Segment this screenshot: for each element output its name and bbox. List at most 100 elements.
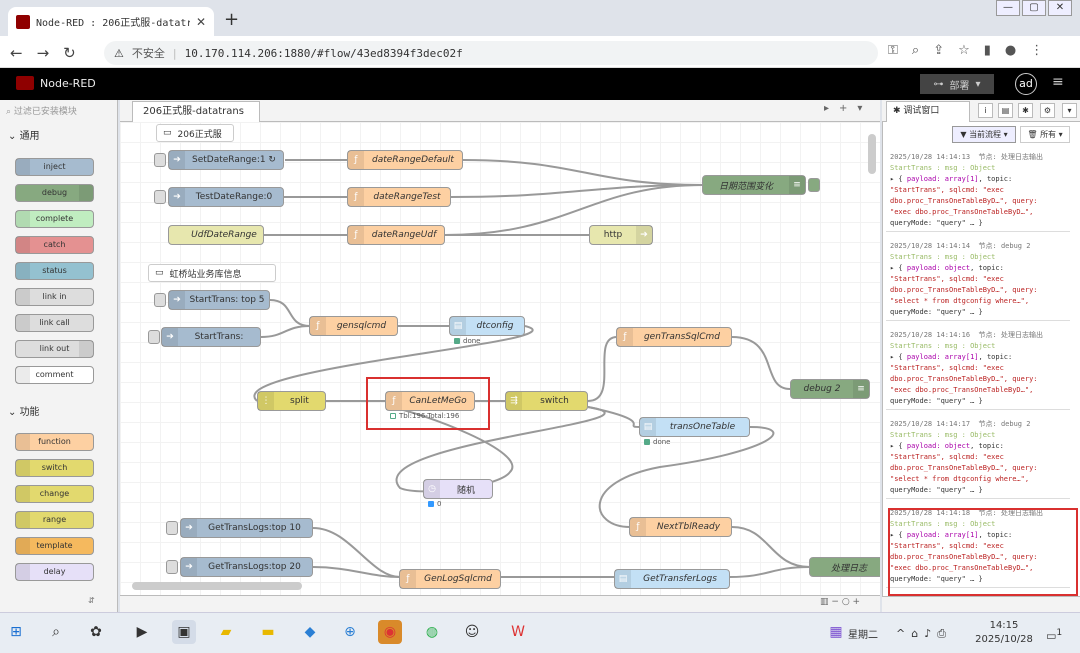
inject-trigger-button[interactable] <box>154 153 166 167</box>
palette-search[interactable]: ⌕ 过滤已安装模块 <box>6 104 77 117</box>
db-node-transonetable[interactable]: ▤ transOneTable <box>639 417 750 437</box>
palette-node-comment[interactable]: comment <box>15 366 94 384</box>
bookmark-star-icon[interactable]: ☆ <box>958 43 970 58</box>
key-icon[interactable]: ⚿ <box>888 43 898 58</box>
palette-node-debug[interactable]: debug <box>15 184 94 202</box>
debug-message[interactable]: 2025/10/28 14:14:17 节点: debug 2 StartTra… <box>886 417 1070 499</box>
chevron-down-icon[interactable]: ▾ <box>975 79 980 90</box>
palette-node-inject[interactable]: inject <box>15 158 94 176</box>
flow-canvas[interactable]: ▭ 206正式服 ➔ SetDateRange:1 ↻ ƒ dateRangeDefa… <box>120 122 880 595</box>
comment-node[interactable]: ▭ 虹桥站业务库信息 <box>148 264 276 282</box>
palette-node-link-in[interactable]: link in <box>15 288 94 306</box>
function-node-gentranssqlcmd[interactable]: ƒ genTransSqlCmd <box>616 327 732 347</box>
flow-list-icon[interactable]: ▾ <box>857 103 862 114</box>
flow-tab[interactable]: 206正式服-datatrans <box>132 101 260 123</box>
split-node[interactable]: ⋮ split <box>257 391 326 411</box>
book-icon[interactable]: ▤ <box>998 103 1013 118</box>
forward-icon[interactable]: → <box>37 44 50 62</box>
debug-node-processlog[interactable]: 处理日志 <box>809 557 880 577</box>
wps-icon[interactable]: W <box>506 620 530 644</box>
media-player-icon[interactable]: ▶ <box>130 620 154 644</box>
random-node[interactable]: ◷ 随机 <box>423 479 493 499</box>
inject-trigger-button[interactable] <box>154 293 166 307</box>
function-node-daterangeudf[interactable]: ƒ dateRangeUdf <box>347 225 445 245</box>
map-icon[interactable]: ▥ <box>820 597 829 607</box>
minimize-button[interactable]: — <box>996 0 1020 16</box>
calendar-icon[interactable]: ▦ <box>824 620 848 644</box>
inject-node-gettranslogs20[interactable]: ➔ GetTransLogs:top 20 <box>180 557 313 577</box>
function-node-nexttblready[interactable]: ƒ NextTblReady <box>629 517 732 537</box>
zoom-out-icon[interactable]: − <box>831 597 839 607</box>
warning-icon[interactable]: ⚠ <box>114 47 124 60</box>
function-node-daterangedefault[interactable]: ƒ dateRangeDefault <box>347 150 463 170</box>
zoom-controls[interactable]: ▥ − ○ + <box>820 597 860 607</box>
maximize-button[interactable]: ▢ <box>1022 0 1046 16</box>
fan-app-icon[interactable]: ✿ <box>84 620 108 644</box>
chrome-icon[interactable]: ◉ <box>378 620 402 644</box>
inject-trigger-button[interactable] <box>166 521 178 535</box>
http-node[interactable]: http ➔ <box>589 225 653 245</box>
debug-node-daterangechange[interactable]: 日期范围变化 ≡ <box>702 175 806 195</box>
add-flow-icon[interactable]: + <box>839 103 847 114</box>
info-icon[interactable]: i <box>978 103 993 118</box>
scroll-right-icon[interactable]: ▸ <box>824 103 829 114</box>
filter-current-flow[interactable]: ▼ 当前流程 ▾ <box>952 126 1016 143</box>
palette-node-switch[interactable]: switch <box>15 459 94 477</box>
system-tray[interactable]: ^ ⌂ ♪ ⎙ <box>896 627 946 641</box>
switch-node[interactable]: ⇶ switch <box>505 391 588 411</box>
sidebar-tab-debug[interactable]: ✱ 调试窗口 <box>886 101 970 122</box>
zoom-icon[interactable]: ⌕ <box>912 43 919 58</box>
comment-node[interactable]: ▭ 206正式服 <box>156 124 234 142</box>
db-node-dtconfig[interactable]: ▤ dtconfig <box>449 316 525 336</box>
palette-node-change[interactable]: change <box>15 485 94 503</box>
ime-icon[interactable]: ⎙ <box>937 627 946 641</box>
browser-tab[interactable]: Node-RED : 206正式服-datatrans ✕ <box>8 7 214 36</box>
url-bar[interactable]: ⚠ 不安全 | 10.170.114.206:1880/#flow/43ed83… <box>104 41 878 65</box>
filter-all[interactable]: 🗑 所有 ▾ <box>1020 126 1070 143</box>
deploy-button[interactable]: ⊶ 部署 ▾ <box>920 74 994 94</box>
windows-start-icon[interactable]: ⊞ <box>4 620 28 644</box>
link-node-udfdaterange[interactable]: UdfDateRange <box>168 225 264 245</box>
db-node-gettransferlogs[interactable]: ▤ GetTransferLogs <box>614 569 730 589</box>
palette-collapse-icon[interactable]: ⇵ <box>88 596 95 605</box>
function-node-daterangetest[interactable]: ƒ dateRangeTest <box>347 187 451 207</box>
palette-category-common[interactable]: ⌄ 通用 <box>8 127 40 142</box>
file-explorer-icon[interactable]: ▬ <box>256 620 280 644</box>
palette-node-range[interactable]: range <box>15 511 94 529</box>
new-tab-button[interactable]: + <box>224 9 239 30</box>
sticky-notes-icon[interactable]: ▰ <box>214 620 238 644</box>
inject-trigger-button[interactable] <box>166 560 178 574</box>
palette-node-status[interactable]: status <box>15 262 94 280</box>
bug-icon[interactable]: ✱ <box>1018 103 1033 118</box>
inject-node-setdaterange[interactable]: ➔ SetDateRange:1 ↻ <box>168 150 284 170</box>
debug-message[interactable]: 2025/10/28 14:14:16 节点: 处理日志输出 StartTran… <box>886 328 1070 410</box>
search-icon[interactable]: ⌕ <box>44 620 68 644</box>
zoom-in-icon[interactable]: + <box>853 597 861 607</box>
search-app-icon[interactable]: ⊕ <box>338 620 362 644</box>
debug-toggle-button[interactable] <box>808 178 820 192</box>
msg-payload[interactable]: payload: object <box>907 264 970 272</box>
gear-icon[interactable]: ⚙ <box>1040 103 1055 118</box>
palette-category-function[interactable]: ⌄ 功能 <box>8 403 40 418</box>
palette-node-function[interactable]: function <box>15 433 94 451</box>
volume-icon[interactable]: ♪ <box>924 627 931 641</box>
function-node-genlogsqlcmd[interactable]: ƒ GenLogSqlcmd <box>399 569 501 589</box>
url-text[interactable]: 10.170.114.206:1880/#flow/43ed8394f3dec0… <box>185 47 463 60</box>
chevron-down-icon[interactable]: ▾ <box>1062 103 1077 118</box>
sidepanel-icon[interactable]: ▮ <box>984 43 991 58</box>
canvas-horizontal-scrollbar[interactable] <box>132 582 302 590</box>
close-tab-icon[interactable]: ✕ <box>196 15 206 29</box>
share-icon[interactable]: ⇪ <box>933 43 944 58</box>
debug-node-debug2[interactable]: debug 2 ≡ <box>790 379 870 399</box>
debug-message[interactable]: 2025/10/28 14:14:14 节点: debug 2 StartTra… <box>886 239 1070 321</box>
profile-icon[interactable]: ● <box>1005 43 1016 58</box>
inject-node-testdaterange[interactable]: ➔ TestDateRange:0 <box>168 187 284 207</box>
inject-node-gettranslogs10[interactable]: ➔ GetTransLogs:top 10 <box>180 518 313 538</box>
function-node-gensqlcmd[interactable]: ƒ gensqlcmd <box>309 316 398 336</box>
inject-trigger-button[interactable] <box>148 330 160 344</box>
zoom-reset-icon[interactable]: ○ <box>842 597 850 607</box>
reload-icon[interactable]: ↻ <box>63 44 76 62</box>
user-avatar[interactable]: ad <box>1015 73 1037 95</box>
avatar-app-icon[interactable]: ☺ <box>460 620 484 644</box>
palette-node-link-call[interactable]: link call <box>15 314 94 332</box>
